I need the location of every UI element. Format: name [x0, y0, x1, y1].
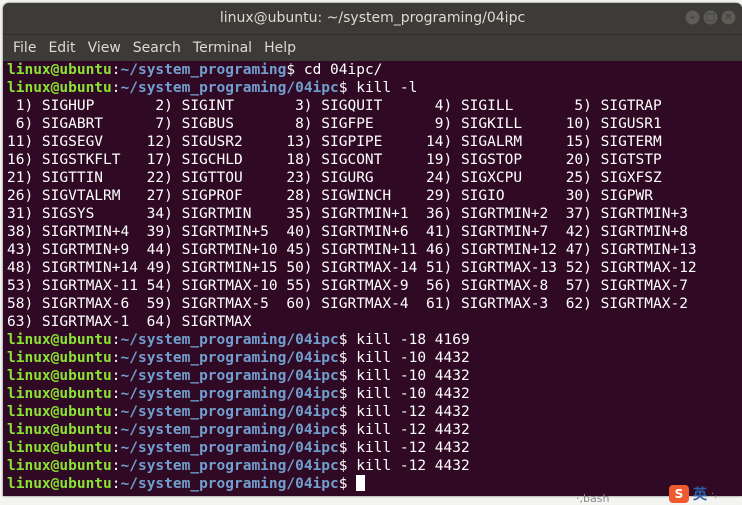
prompt-separator: :: [111, 422, 121, 438]
prompt-path: ~/system_programing/04ipc: [120, 458, 339, 474]
ime-tray[interactable]: S 英 ·,: [669, 483, 739, 505]
prompt-user: linux@ubuntu: [7, 368, 112, 384]
prompt-separator: :: [111, 476, 121, 492]
window-controls: – □ ✕: [685, 10, 736, 25]
output-line: 48) SIGRTMIN+14 49) SIGRTMIN+15 50) SIGR…: [7, 260, 697, 276]
output-line: 6) SIGABRT 7) SIGBUS 8) SIGFPE 9) SIGKIL…: [7, 116, 662, 132]
prompt-line: linux@ubuntu:~/system_programing/04ipc$ …: [7, 79, 742, 97]
command-text: $ kill -12 4432: [338, 422, 470, 438]
prompt-user: linux@ubuntu: [7, 458, 112, 474]
menu-view[interactable]: View: [84, 40, 129, 56]
prompt-line: linux@ubuntu:~/system_programing/04ipc$ …: [7, 331, 742, 349]
prompt-separator: :: [111, 332, 121, 348]
menu-edit[interactable]: Edit: [44, 40, 83, 56]
output-line: 38) SIGRTMIN+4 39) SIGRTMIN+5 40) SIGRTM…: [7, 224, 688, 240]
prompt-path: ~/system_programing/04ipc: [120, 404, 339, 420]
output-line: 21) SIGTTIN 22) SIGTTOU 23) SIGURG 24) S…: [7, 170, 662, 186]
prompt-user: linux@ubuntu: [7, 80, 112, 96]
prompt-user: linux@ubuntu: [7, 350, 112, 366]
output-line: 43) SIGRTMIN+9 44) SIGRTMIN+10 45) SIGRT…: [7, 242, 697, 258]
prompt-path: ~/system_programing/04ipc: [120, 368, 339, 384]
taskbar-hint: ·,bash: [576, 492, 610, 505]
prompt-line: linux@ubuntu:~/system_programing/04ipc$: [7, 475, 742, 493]
command-text: $ cd 04ipc/: [286, 62, 383, 78]
prompt-user: linux@ubuntu: [7, 62, 112, 78]
prompt-line: linux@ubuntu:~/system_programing/04ipc$ …: [7, 457, 742, 475]
output-line: 11) SIGSEGV 12) SIGUSR2 13) SIGPIPE 14) …: [7, 134, 662, 150]
minimize-button[interactable]: –: [685, 10, 700, 25]
prompt-path: ~/system_programing/04ipc: [120, 476, 339, 492]
ime-punctuation-icon[interactable]: ·,: [711, 489, 717, 500]
prompt-path: ~/system_programing/04ipc: [120, 422, 339, 438]
prompt-path: ~/system_programing/04ipc: [120, 80, 339, 96]
prompt-line: linux@ubuntu:~/system_programing/04ipc$ …: [7, 385, 742, 403]
command-text: $: [338, 476, 357, 492]
output-line: 31) SIGSYS 34) SIGRTMIN 35) SIGRTMIN+1 3…: [7, 206, 688, 222]
command-text: $ kill -12 4432: [338, 404, 470, 420]
prompt-separator: :: [111, 440, 121, 456]
prompt-separator: :: [111, 386, 121, 402]
window-title: linux@ubuntu: ~/system_programing/04ipc: [219, 10, 526, 26]
prompt-path: ~/system_programing/04ipc: [120, 332, 339, 348]
command-text: $ kill -10 4432: [338, 350, 470, 366]
prompt-separator: :: [111, 350, 121, 366]
prompt-user: linux@ubuntu: [7, 476, 112, 492]
prompt-separator: :: [111, 404, 121, 420]
prompt-path: ~/system_programing: [120, 62, 287, 78]
prompt-user: linux@ubuntu: [7, 404, 112, 420]
output-line: 26) SIGVTALRM 27) SIGPROF 28) SIGWINCH 2…: [7, 188, 654, 204]
prompt-line: linux@ubuntu:~/system_programing$ cd 04i…: [7, 61, 742, 79]
sogou-ime-icon[interactable]: S: [669, 485, 689, 503]
ime-mode-label[interactable]: 英: [693, 484, 707, 504]
prompt-path: ~/system_programing/04ipc: [120, 440, 339, 456]
command-text: $ kill -10 4432: [338, 386, 470, 402]
output-line: 16) SIGSTKFLT 17) SIGCHLD 18) SIGCONT 19…: [7, 152, 662, 168]
command-text: $ kill -l: [338, 80, 418, 96]
menu-terminal[interactable]: Terminal: [189, 40, 260, 56]
menu-help[interactable]: Help: [260, 40, 304, 56]
output-line: 53) SIGRTMAX-11 54) SIGRTMAX-10 55) SIGR…: [7, 278, 688, 294]
output-line: 58) SIGRTMAX-6 59) SIGRTMAX-5 60) SIGRTM…: [7, 296, 688, 312]
prompt-user: linux@ubuntu: [7, 440, 112, 456]
menu-search[interactable]: Search: [129, 40, 189, 56]
prompt-user: linux@ubuntu: [7, 332, 112, 348]
prompt-line: linux@ubuntu:~/system_programing/04ipc$ …: [7, 349, 742, 367]
close-button[interactable]: ✕: [721, 10, 736, 25]
maximize-button[interactable]: □: [703, 10, 718, 25]
command-text: $ kill -18 4169: [338, 332, 470, 348]
prompt-line: linux@ubuntu:~/system_programing/04ipc$ …: [7, 403, 742, 421]
prompt-separator: :: [111, 368, 121, 384]
output-line: 63) SIGRTMAX-1 64) SIGRTMAX: [7, 314, 252, 330]
command-text: $ kill -10 4432: [338, 368, 470, 384]
prompt-path: ~/system_programing/04ipc: [120, 350, 339, 366]
prompt-line: linux@ubuntu:~/system_programing/04ipc$ …: [7, 421, 742, 439]
prompt-separator: :: [111, 80, 121, 96]
menu-bar: File Edit View Search Terminal Help: [3, 34, 742, 61]
output-line: 1) SIGHUP 2) SIGINT 3) SIGQUIT 4) SIGILL…: [7, 98, 662, 114]
command-text: $ kill -12 4432: [338, 458, 470, 474]
prompt-separator: :: [111, 458, 121, 474]
terminal-window: linux@ubuntu: ~/system_programing/04ipc …: [3, 3, 742, 496]
title-bar[interactable]: linux@ubuntu: ~/system_programing/04ipc …: [3, 3, 742, 34]
prompt-separator: :: [111, 62, 121, 78]
prompt-path: ~/system_programing/04ipc: [120, 386, 339, 402]
prompt-user: linux@ubuntu: [7, 422, 112, 438]
terminal-output[interactable]: linux@ubuntu:~/system_programing$ cd 04i…: [3, 61, 742, 493]
text-cursor: [356, 475, 366, 491]
menu-file[interactable]: File: [9, 40, 44, 56]
command-text: $ kill -12 4432: [338, 440, 470, 456]
prompt-line: linux@ubuntu:~/system_programing/04ipc$ …: [7, 367, 742, 385]
prompt-user: linux@ubuntu: [7, 386, 112, 402]
prompt-line: linux@ubuntu:~/system_programing/04ipc$ …: [7, 439, 742, 457]
